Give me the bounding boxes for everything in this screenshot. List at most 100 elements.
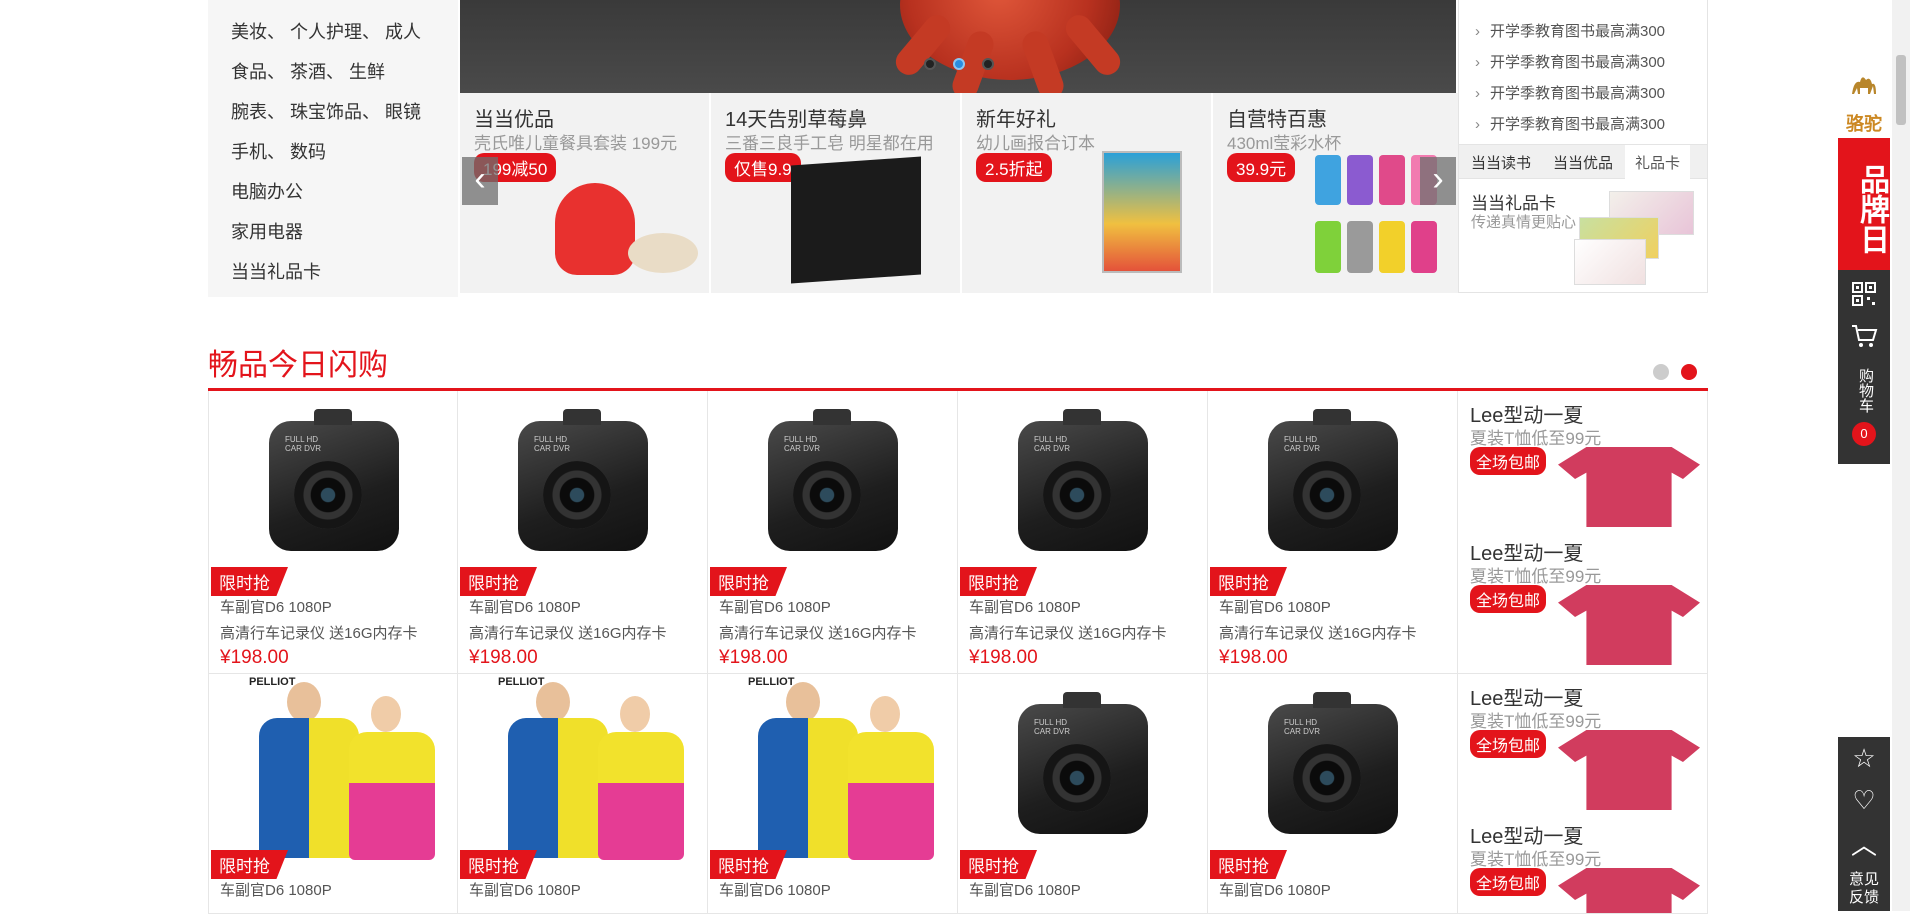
notice-item[interactable]: › 开学季教育图书最高满300 <box>1475 113 1665 134</box>
carousel-dot[interactable] <box>982 58 994 70</box>
product-card[interactable]: FULL HD CAR DVR 限时抢 车副官D6 1080P <box>1208 674 1458 914</box>
carousel-next-button[interactable]: › <box>1420 157 1456 205</box>
brand-logo: PELLIOT <box>748 676 795 688</box>
category-item[interactable]: 腕表、 珠宝饰品、 眼镜 <box>231 98 421 124</box>
tableware-image <box>628 233 698 273</box>
flash-sale-tag: 限时抢 <box>460 850 537 879</box>
product-card[interactable]: FULL HD CAR DVR 限时抢 车副官D6 1080P <box>958 674 1208 914</box>
tab-gift-card[interactable]: 礼品卡 <box>1625 145 1691 179</box>
carousel-dot[interactable] <box>924 58 936 70</box>
category-item[interactable]: 家用电器 <box>231 218 303 244</box>
promo-subtitle: 430ml莹彩水杯 <box>1227 134 1342 153</box>
product-card[interactable]: FULL HD CAR DVR 限时抢 车副官D6 1080P 高清行车记录仪 送… <box>958 391 1208 674</box>
back-to-top-icon[interactable]: ︿ <box>1838 825 1890 862</box>
flash-sale-grid: FULL HD CAR DVR 限时抢 车副官D6 1080P 高清行车记录仪 送… <box>208 391 1708 914</box>
promo-card[interactable]: 14天告别草莓鼻 三番三良手工皂 明星都在用 仅售9.9 <box>711 93 960 293</box>
chevron-right-icon: › <box>1475 23 1480 40</box>
book-image <box>1102 151 1182 273</box>
tab-dangdang-books[interactable]: 当当读书 <box>1471 152 1531 173</box>
star-icon[interactable]: ☆ <box>1838 743 1890 774</box>
notice-item[interactable]: › 开学季教育图书最高满300 <box>1475 20 1665 41</box>
product-desc: 高清行车记录仪 送16G内存卡 <box>1219 625 1417 642</box>
product-desc: 高清行车记录仪 送16G内存卡 <box>969 625 1167 642</box>
dashcam-image: FULL HD CAR DVR <box>1018 409 1148 551</box>
chevron-right-icon: › <box>1475 85 1480 102</box>
ad-card[interactable]: Lee型动一夏 夏装T恤低至99元 全场包邮 <box>1458 674 1707 812</box>
notice-text: 开学季教育图书最高满300 <box>1490 85 1666 102</box>
promo-subtitle: 幼儿画报合订本 <box>976 134 1095 153</box>
notice-text: 开学季教育图书最高满300 <box>1490 116 1666 133</box>
promo-title: 新年好礼 <box>976 109 1056 131</box>
feedback-button[interactable]: 意见反馈 <box>1838 871 1890 907</box>
ad-card[interactable]: Lee型动一夏 夏装T恤低至99元 全场包邮 <box>1458 812 1707 913</box>
chevron-right-icon: › <box>1475 116 1480 133</box>
shopping-cart-icon[interactable] <box>1850 322 1878 355</box>
category-item[interactable]: 电脑办公 <box>231 178 303 204</box>
cup-icon <box>1379 221 1405 273</box>
brand-logo: PELLIOT <box>498 676 545 688</box>
tshirt-image <box>1558 868 1700 913</box>
ad-card[interactable]: Lee型动一夏 夏装T恤低至99元 全场包邮 <box>1458 391 1707 529</box>
product-price: ¥198.00 <box>469 647 538 668</box>
category-item[interactable]: 当当礼品卡 <box>231 258 321 284</box>
qr-code-icon[interactable] <box>1852 282 1876 311</box>
carousel-prev-button[interactable]: ‹ <box>462 157 498 205</box>
vertical-scrollbar[interactable] <box>1892 0 1910 911</box>
notice-list: › 开学季教育图书最高满300 › 开学季教育图书最高满300 › 开学季教育图书最高… <box>1458 0 1708 144</box>
section-page-dot[interactable] <box>1653 364 1669 380</box>
soap-box-image <box>791 156 921 284</box>
lunchbag-image <box>555 183 635 275</box>
product-card[interactable]: PELLIOT 限时抢 车副官D6 1080P <box>458 674 708 914</box>
product-card[interactable]: FULL HD CAR DVR 限时抢 车副官D6 1080P 高清行车记录仪 送… <box>458 391 708 674</box>
hero-banner[interactable] <box>460 0 1456 93</box>
notice-text: 开学季教育图书最高满300 <box>1490 23 1666 40</box>
notice-item[interactable]: › 开学季教育图书最高满300 <box>1475 51 1665 72</box>
scrollbar-thumb[interactable] <box>1896 55 1906 125</box>
cup-icon <box>1379 155 1405 205</box>
ad-subtitle: 夏装T恤低至99元 <box>1470 429 1602 448</box>
category-menu: 美妆、 个人护理、 成人 食品、 茶酒、 生鲜 腕表、 珠宝饰品、 眼镜 手机、… <box>208 0 458 297</box>
cup-icon <box>1315 221 1341 273</box>
carousel-dot-active[interactable] <box>953 58 965 70</box>
product-card[interactable]: PELLIOT 限时抢 车副官D6 1080P <box>708 674 958 914</box>
promo-badge: 39.9元 <box>1227 153 1296 182</box>
dashcam-image: FULL HD CAR DVR <box>768 409 898 551</box>
ad-column: Lee型动一夏 夏装T恤低至99元 全场包邮 Lee型动一夏 夏装T恤低至99元… <box>1458 674 1708 914</box>
product-card[interactable]: FULL HD CAR DVR 限时抢 车副官D6 1080P 高清行车记录仪 送… <box>208 391 458 674</box>
jacket-image: PELLIOT <box>249 676 439 866</box>
notice-item[interactable]: › 开学季教育图书最高满300 <box>1475 82 1665 103</box>
category-item[interactable]: 手机、 数码 <box>231 138 326 164</box>
cart-panel: 购物车 0 <box>1838 270 1890 464</box>
flash-sale-tag: 限时抢 <box>1210 567 1287 596</box>
cup-icon <box>1315 155 1341 205</box>
cart-label[interactable]: 购物车 <box>1854 362 1874 418</box>
jacket-image: PELLIOT <box>498 676 688 866</box>
dashcam-image: FULL HD CAR DVR <box>518 409 648 551</box>
product-name: 车副官D6 1080P <box>1219 599 1331 616</box>
product-card[interactable]: FULL HD CAR DVR 限时抢 车副官D6 1080P 高清行车记录仪 送… <box>1208 391 1458 674</box>
product-card[interactable]: FULL HD CAR DVR 限时抢 车副官D6 1080P 高清行车记录仪 送… <box>708 391 958 674</box>
cup-icon <box>1347 155 1373 205</box>
category-item[interactable]: 美妆、 个人护理、 成人 <box>231 18 421 44</box>
product-card[interactable]: PELLIOT 限时抢 车副官D6 1080P <box>208 674 458 914</box>
dashcam-image: FULL HD CAR DVR <box>1268 409 1398 551</box>
product-desc: 高清行车记录仪 送16G内存卡 <box>469 625 667 642</box>
brand-logo-text[interactable]: 骆驼 <box>1838 110 1890 136</box>
category-item[interactable]: 食品、 茶酒、 生鲜 <box>231 58 385 84</box>
promo-badge: 仅售9.9 <box>725 153 801 182</box>
gift-tabs: 当当读书 当当优品 礼品卡 <box>1458 144 1708 179</box>
dashcam-image: FULL HD CAR DVR <box>1018 692 1148 834</box>
tab-dangdang-youpin[interactable]: 当当优品 <box>1553 152 1613 173</box>
heart-icon[interactable]: ♡ <box>1838 785 1890 816</box>
section-page-dot-active[interactable] <box>1681 364 1697 380</box>
brand-day-banner[interactable]: 品牌日 <box>1838 138 1890 270</box>
ad-badge: 全场包邮 <box>1470 447 1547 475</box>
promo-card[interactable]: 新年好礼 幼儿画报合订本 2.5折起 <box>962 93 1211 293</box>
gift-card-panel[interactable]: 当当礼品卡 传递真情更贴心 <box>1458 179 1708 293</box>
gift-card-subtitle: 传递真情更贴心 <box>1471 214 1577 231</box>
right-toolbar: 骆驼 品牌日 购物车 0 ☆ ♡ ︿ 意见反馈 <box>1838 0 1890 911</box>
product-name: 车副官D6 1080P <box>719 882 831 899</box>
ad-subtitle: 夏装T恤低至99元 <box>1470 567 1602 586</box>
ad-card[interactable]: Lee型动一夏 夏装T恤低至99元 全场包邮 <box>1458 529 1707 667</box>
tshirt-image <box>1558 585 1700 665</box>
